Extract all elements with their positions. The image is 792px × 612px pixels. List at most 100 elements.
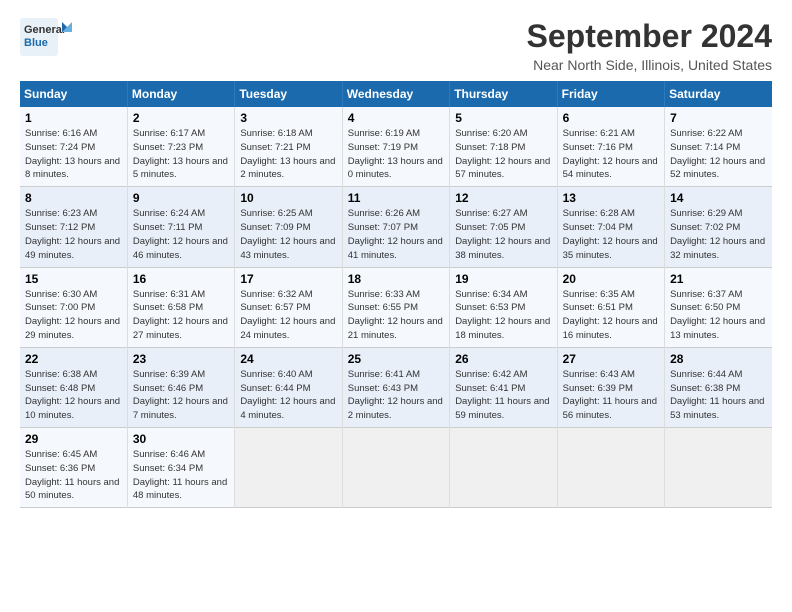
table-row: 2 Sunrise: 6:17 AMSunset: 7:23 PMDayligh…: [127, 107, 234, 187]
day-number: 7: [670, 111, 767, 125]
day-info: Sunrise: 6:28 AMSunset: 7:04 PMDaylight:…: [563, 208, 658, 260]
svg-text:General: General: [24, 24, 65, 36]
col-friday: Friday: [557, 81, 664, 107]
day-number: 5: [455, 111, 551, 125]
day-info: Sunrise: 6:42 AMSunset: 6:41 PMDaylight:…: [455, 369, 549, 421]
day-info: Sunrise: 6:45 AMSunset: 6:36 PMDaylight:…: [25, 449, 119, 501]
table-row: 10 Sunrise: 6:25 AMSunset: 7:09 PMDaylig…: [235, 187, 342, 267]
table-row: 1 Sunrise: 6:16 AMSunset: 7:24 PMDayligh…: [20, 107, 127, 187]
day-number: 21: [670, 272, 767, 286]
header: General Blue September 2024 Near North S…: [20, 18, 772, 73]
day-number: 30: [133, 432, 229, 446]
day-info: Sunrise: 6:32 AMSunset: 6:57 PMDaylight:…: [240, 289, 335, 341]
table-row: 3 Sunrise: 6:18 AMSunset: 7:21 PMDayligh…: [235, 107, 342, 187]
day-info: Sunrise: 6:31 AMSunset: 6:58 PMDaylight:…: [133, 289, 228, 341]
logo-svg: General Blue: [20, 18, 80, 56]
week-row-2: 8 Sunrise: 6:23 AMSunset: 7:12 PMDayligh…: [20, 187, 772, 267]
table-row: 16 Sunrise: 6:31 AMSunset: 6:58 PMDaylig…: [127, 267, 234, 347]
day-info: Sunrise: 6:34 AMSunset: 6:53 PMDaylight:…: [455, 289, 550, 341]
day-info: Sunrise: 6:46 AMSunset: 6:34 PMDaylight:…: [133, 449, 227, 501]
day-info: Sunrise: 6:18 AMSunset: 7:21 PMDaylight:…: [240, 128, 335, 180]
table-row: 26 Sunrise: 6:42 AMSunset: 6:41 PMDaylig…: [450, 347, 557, 427]
table-row: 27 Sunrise: 6:43 AMSunset: 6:39 PMDaylig…: [557, 347, 664, 427]
day-number: 2: [133, 111, 229, 125]
col-monday: Monday: [127, 81, 234, 107]
table-row: 22 Sunrise: 6:38 AMSunset: 6:48 PMDaylig…: [20, 347, 127, 427]
day-number: 20: [563, 272, 659, 286]
title-section: September 2024 Near North Side, Illinois…: [527, 18, 772, 73]
table-row: 19 Sunrise: 6:34 AMSunset: 6:53 PMDaylig…: [450, 267, 557, 347]
day-number: 9: [133, 191, 229, 205]
day-number: 17: [240, 272, 336, 286]
day-info: Sunrise: 6:37 AMSunset: 6:50 PMDaylight:…: [670, 289, 765, 341]
table-row: 18 Sunrise: 6:33 AMSunset: 6:55 PMDaylig…: [342, 267, 449, 347]
day-info: Sunrise: 6:23 AMSunset: 7:12 PMDaylight:…: [25, 208, 120, 260]
table-row: 23 Sunrise: 6:39 AMSunset: 6:46 PMDaylig…: [127, 347, 234, 427]
table-row: 4 Sunrise: 6:19 AMSunset: 7:19 PMDayligh…: [342, 107, 449, 187]
day-number: 23: [133, 352, 229, 366]
week-row-4: 22 Sunrise: 6:38 AMSunset: 6:48 PMDaylig…: [20, 347, 772, 427]
logo: General Blue: [20, 18, 80, 56]
col-wednesday: Wednesday: [342, 81, 449, 107]
col-sunday: Sunday: [20, 81, 127, 107]
day-number: 29: [25, 432, 122, 446]
day-info: Sunrise: 6:33 AMSunset: 6:55 PMDaylight:…: [348, 289, 443, 341]
table-row: 20 Sunrise: 6:35 AMSunset: 6:51 PMDaylig…: [557, 267, 664, 347]
day-number: 14: [670, 191, 767, 205]
table-row: 28 Sunrise: 6:44 AMSunset: 6:38 PMDaylig…: [665, 347, 772, 427]
day-info: Sunrise: 6:41 AMSunset: 6:43 PMDaylight:…: [348, 369, 443, 421]
day-info: Sunrise: 6:22 AMSunset: 7:14 PMDaylight:…: [670, 128, 765, 180]
table-row: 29 Sunrise: 6:45 AMSunset: 6:36 PMDaylig…: [20, 428, 127, 508]
day-info: Sunrise: 6:35 AMSunset: 6:51 PMDaylight:…: [563, 289, 658, 341]
day-number: 22: [25, 352, 122, 366]
day-number: 13: [563, 191, 659, 205]
page: General Blue September 2024 Near North S…: [0, 0, 792, 612]
day-info: Sunrise: 6:40 AMSunset: 6:44 PMDaylight:…: [240, 369, 335, 421]
table-row: 15 Sunrise: 6:30 AMSunset: 7:00 PMDaylig…: [20, 267, 127, 347]
day-number: 25: [348, 352, 444, 366]
day-number: 3: [240, 111, 336, 125]
calendar-header-row: Sunday Monday Tuesday Wednesday Thursday…: [20, 81, 772, 107]
col-saturday: Saturday: [665, 81, 772, 107]
day-number: 12: [455, 191, 551, 205]
table-row: 17 Sunrise: 6:32 AMSunset: 6:57 PMDaylig…: [235, 267, 342, 347]
table-row: [557, 428, 664, 508]
day-number: 11: [348, 191, 444, 205]
week-row-1: 1 Sunrise: 6:16 AMSunset: 7:24 PMDayligh…: [20, 107, 772, 187]
table-row: 7 Sunrise: 6:22 AMSunset: 7:14 PMDayligh…: [665, 107, 772, 187]
subtitle: Near North Side, Illinois, United States: [527, 57, 772, 73]
main-title: September 2024: [527, 18, 772, 55]
day-number: 24: [240, 352, 336, 366]
day-info: Sunrise: 6:16 AMSunset: 7:24 PMDaylight:…: [25, 128, 120, 180]
day-number: 16: [133, 272, 229, 286]
col-tuesday: Tuesday: [235, 81, 342, 107]
day-info: Sunrise: 6:27 AMSunset: 7:05 PMDaylight:…: [455, 208, 550, 260]
table-row: 14 Sunrise: 6:29 AMSunset: 7:02 PMDaylig…: [665, 187, 772, 267]
week-row-5: 29 Sunrise: 6:45 AMSunset: 6:36 PMDaylig…: [20, 428, 772, 508]
day-number: 10: [240, 191, 336, 205]
day-info: Sunrise: 6:17 AMSunset: 7:23 PMDaylight:…: [133, 128, 228, 180]
table-row: 24 Sunrise: 6:40 AMSunset: 6:44 PMDaylig…: [235, 347, 342, 427]
table-row: 11 Sunrise: 6:26 AMSunset: 7:07 PMDaylig…: [342, 187, 449, 267]
day-info: Sunrise: 6:20 AMSunset: 7:18 PMDaylight:…: [455, 128, 550, 180]
calendar-table: Sunday Monday Tuesday Wednesday Thursday…: [20, 81, 772, 508]
day-info: Sunrise: 6:43 AMSunset: 6:39 PMDaylight:…: [563, 369, 657, 421]
table-row: 5 Sunrise: 6:20 AMSunset: 7:18 PMDayligh…: [450, 107, 557, 187]
table-row: [665, 428, 772, 508]
table-row: 8 Sunrise: 6:23 AMSunset: 7:12 PMDayligh…: [20, 187, 127, 267]
table-row: [450, 428, 557, 508]
table-row: [235, 428, 342, 508]
day-info: Sunrise: 6:29 AMSunset: 7:02 PMDaylight:…: [670, 208, 765, 260]
day-number: 19: [455, 272, 551, 286]
table-row: 25 Sunrise: 6:41 AMSunset: 6:43 PMDaylig…: [342, 347, 449, 427]
day-number: 6: [563, 111, 659, 125]
week-row-3: 15 Sunrise: 6:30 AMSunset: 7:00 PMDaylig…: [20, 267, 772, 347]
svg-text:Blue: Blue: [24, 37, 48, 49]
table-row: [342, 428, 449, 508]
day-info: Sunrise: 6:38 AMSunset: 6:48 PMDaylight:…: [25, 369, 120, 421]
day-info: Sunrise: 6:39 AMSunset: 6:46 PMDaylight:…: [133, 369, 228, 421]
day-number: 4: [348, 111, 444, 125]
day-info: Sunrise: 6:19 AMSunset: 7:19 PMDaylight:…: [348, 128, 443, 180]
table-row: 30 Sunrise: 6:46 AMSunset: 6:34 PMDaylig…: [127, 428, 234, 508]
day-number: 18: [348, 272, 444, 286]
